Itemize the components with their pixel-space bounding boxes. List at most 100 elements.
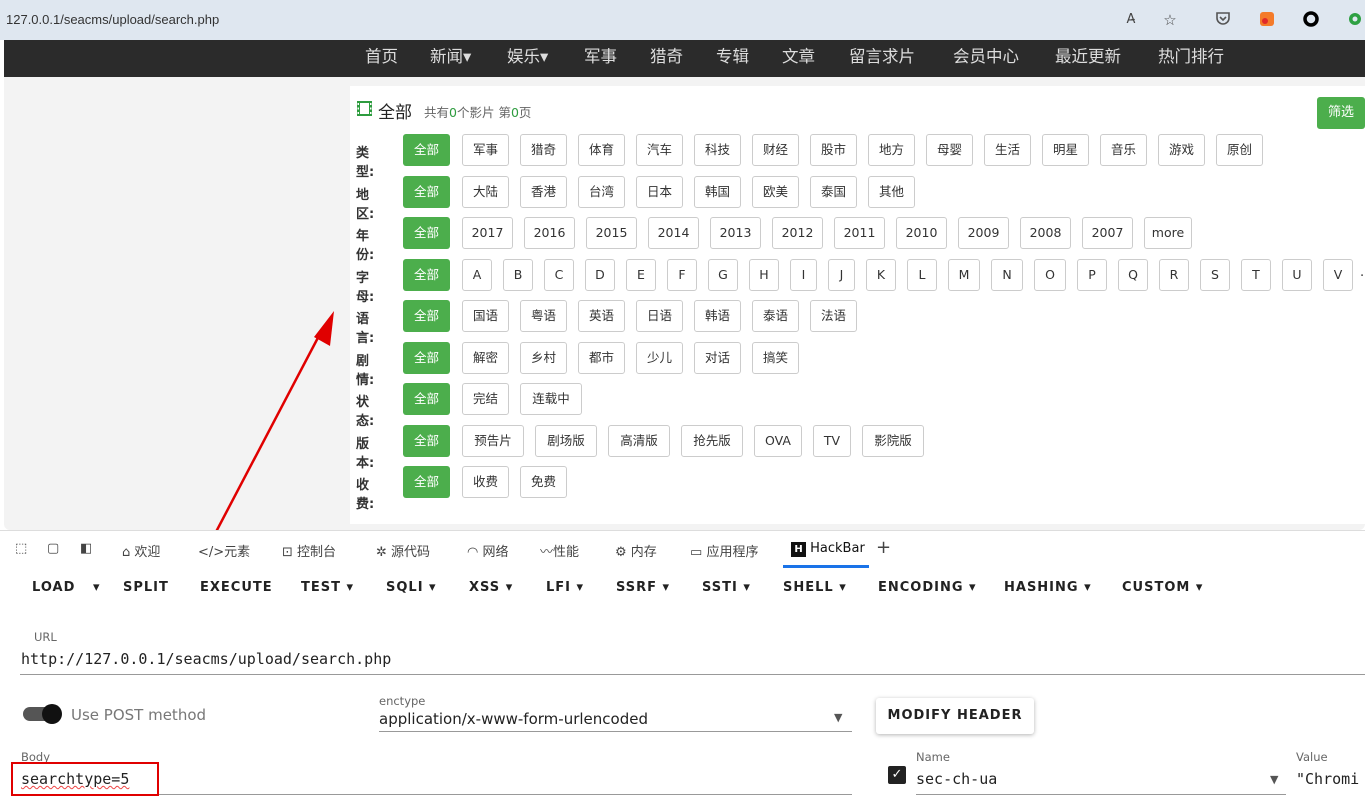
modify-header-button[interactable]: MODIFY HEADER	[876, 698, 1034, 734]
filter-tag[interactable]: 泰语	[752, 300, 799, 332]
filter-tag[interactable]: 地方	[868, 134, 915, 166]
filter-all-button[interactable]: 全部	[403, 176, 450, 208]
filter-tag[interactable]: 财经	[752, 134, 799, 166]
filter-tag[interactable]: R	[1159, 259, 1189, 291]
filter-all-button[interactable]: 全部	[403, 466, 450, 498]
filter-tag[interactable]: T	[1241, 259, 1271, 291]
filter-tag[interactable]: 生活	[984, 134, 1031, 166]
filter-tag[interactable]: H	[749, 259, 779, 291]
filter-tag[interactable]: 抢先版	[681, 425, 743, 457]
test-menu[interactable]: TEST ▾	[301, 580, 354, 595]
filter-tag[interactable]: 2015	[586, 217, 637, 249]
lfi-menu[interactable]: LFI ▾	[546, 580, 584, 595]
filter-tag[interactable]: 体育	[578, 134, 625, 166]
browser-address-bar[interactable]: 127.0.0.1/seacms/upload/search.php A̵ ☆	[0, 0, 1365, 40]
nav-request[interactable]: 留言求片	[849, 43, 915, 67]
filter-tag[interactable]: 2011	[834, 217, 885, 249]
add-tab-icon[interactable]: +	[876, 537, 891, 558]
filter-tag[interactable]: 收费	[462, 466, 509, 498]
filter-tag[interactable]: 明星	[1042, 134, 1089, 166]
filter-tag[interactable]: 国语	[462, 300, 509, 332]
url-input[interactable]: http://127.0.0.1/seacms/upload/search.ph…	[21, 650, 391, 668]
filter-tag[interactable]: 剧场版	[535, 425, 597, 457]
filter-tag[interactable]: 2008	[1020, 217, 1071, 249]
filter-tag[interactable]: 法语	[810, 300, 857, 332]
inspect-icon[interactable]: ⬚	[15, 541, 27, 556]
circle-extension-icon[interactable]	[1301, 10, 1321, 30]
device-toolbar-icon[interactable]: ▢	[47, 541, 59, 556]
filter-tag[interactable]: 韩国	[694, 176, 741, 208]
header-name-input[interactable]: sec-ch-ua	[916, 770, 997, 788]
filter-all-button[interactable]: 全部	[403, 217, 450, 249]
filter-tag[interactable]: 预告片	[462, 425, 524, 457]
filter-tag[interactable]: 音乐	[1100, 134, 1147, 166]
post-toggle[interactable]	[23, 704, 62, 724]
filter-tag[interactable]: A	[462, 259, 492, 291]
filter-tag[interactable]: 免费	[520, 466, 567, 498]
filter-tag[interactable]: 军事	[462, 134, 509, 166]
filter-tag[interactable]: 2014	[648, 217, 699, 249]
filter-tag[interactable]: 2009	[958, 217, 1009, 249]
enctype-dropdown-icon[interactable]: ▼	[834, 711, 842, 724]
filter-tag[interactable]: G	[708, 259, 738, 291]
filter-tag[interactable]: P	[1077, 259, 1107, 291]
nav-articles[interactable]: 文章	[782, 43, 815, 67]
filter-tag[interactable]: L	[907, 259, 937, 291]
filter-all-button[interactable]: 全部	[403, 383, 450, 415]
filter-tag[interactable]: TV	[813, 425, 851, 457]
filter-tag[interactable]: 高清版	[608, 425, 670, 457]
filter-tag[interactable]: 韩语	[694, 300, 741, 332]
filter-tag[interactable]: C	[544, 259, 574, 291]
filter-tag[interactable]: B	[503, 259, 533, 291]
filter-tag[interactable]: 搞笑	[752, 342, 799, 374]
filter-all-button[interactable]: 全部	[403, 425, 450, 457]
nav-curiosities[interactable]: 猎奇	[650, 43, 683, 67]
tab-application[interactable]: ▭ 应用程序	[690, 541, 758, 560]
filter-tag[interactable]: 游戏	[1158, 134, 1205, 166]
filter-tag[interactable]: K	[866, 259, 896, 291]
filter-tag[interactable]: 日语	[636, 300, 683, 332]
nav-news[interactable]: 新闻▾	[430, 43, 471, 67]
favorite-star-icon[interactable]: ☆	[1160, 10, 1180, 30]
filter-tag[interactable]: S	[1200, 259, 1230, 291]
filter-tag[interactable]: 2007	[1082, 217, 1133, 249]
filter-tag[interactable]: 2010	[896, 217, 947, 249]
nav-member[interactable]: 会员中心	[953, 43, 1019, 67]
filter-tag[interactable]: 欧美	[752, 176, 799, 208]
filter-tag[interactable]: 香港	[520, 176, 567, 208]
nav-popular[interactable]: 热门排行	[1158, 43, 1224, 67]
nav-albums[interactable]: 专辑	[716, 43, 749, 67]
load-dropdown-icon[interactable]: ▾	[93, 580, 101, 595]
header-value-input[interactable]: "Chromi	[1296, 770, 1359, 788]
shell-menu[interactable]: SHELL ▾	[783, 580, 847, 595]
header-name-dropdown-icon[interactable]: ▼	[1270, 773, 1278, 786]
pocket-icon[interactable]	[1213, 10, 1233, 30]
filter-button[interactable]: 筛选	[1317, 97, 1365, 129]
custom-menu[interactable]: CUSTOM ▾	[1122, 580, 1203, 595]
filter-tag[interactable]: 都市	[578, 342, 625, 374]
tab-elements[interactable]: </>元素	[198, 541, 250, 560]
filter-tag[interactable]: 台湾	[578, 176, 625, 208]
ssti-menu[interactable]: SSTI ▾	[702, 580, 751, 595]
ssrf-menu[interactable]: SSRF ▾	[616, 580, 670, 595]
filter-tag[interactable]: 2012	[772, 217, 823, 249]
filter-all-button[interactable]: 全部	[403, 342, 450, 374]
tab-sources[interactable]: ✲ 源代码	[376, 541, 430, 560]
tab-performance[interactable]: 〰性能	[540, 541, 579, 560]
filter-tag[interactable]: Q	[1118, 259, 1148, 291]
filter-tag[interactable]: 连载中	[520, 383, 582, 415]
load-button[interactable]: LOAD	[32, 580, 75, 595]
filter-tag[interactable]: 粤语	[520, 300, 567, 332]
filter-tag[interactable]: 对话	[694, 342, 741, 374]
filter-tag[interactable]: 汽车	[636, 134, 683, 166]
filter-tag[interactable]: 影院版	[862, 425, 924, 457]
filter-tag[interactable]: J	[828, 259, 855, 291]
filter-tag[interactable]: 日本	[636, 176, 683, 208]
filter-tag[interactable]: V	[1323, 259, 1353, 291]
filter-tag[interactable]: 少儿	[636, 342, 683, 374]
nav-entertainment[interactable]: 娱乐▾	[507, 43, 548, 67]
filter-tag[interactable]: 大陆	[462, 176, 509, 208]
filter-tag[interactable]: 2017	[462, 217, 513, 249]
filter-all-button[interactable]: 全部	[403, 300, 450, 332]
tab-welcome[interactable]: ⌂ 欢迎	[122, 541, 160, 560]
